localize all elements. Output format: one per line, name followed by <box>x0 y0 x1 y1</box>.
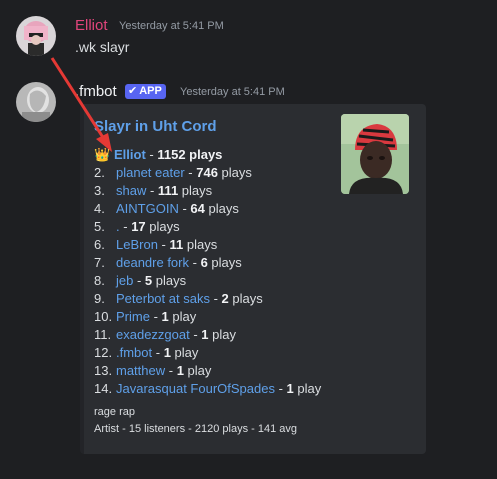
listener-name-link[interactable]: . <box>116 219 120 234</box>
checkmark-icon: ✔ <box>128 85 138 97</box>
app-badge: ✔ APP <box>125 84 166 99</box>
embed-card: Slayr in Uht Cord 👑 Elliot - 1152 plays 2… <box>80 104 426 454</box>
avatar-elliot[interactable] <box>16 16 56 56</box>
list-item: 14. Javarasquat FourOfSpades - 1 play <box>94 381 322 396</box>
avatar-fmbot[interactable] <box>16 82 56 122</box>
list-item: 11. exadezzgoat - 1 play <box>94 327 236 342</box>
listener-name-link[interactable]: jeb <box>116 273 133 288</box>
list-item: 5.. - 17 plays <box>94 219 180 234</box>
list-item: 7. deandre fork - 6 plays <box>94 255 242 270</box>
list-item: 4. AINTGOIN - 64 plays <box>94 201 239 216</box>
listener-name-link[interactable]: LeBron <box>116 237 158 252</box>
username-fmbot[interactable]: .fmbot <box>75 83 117 100</box>
listener-name-link[interactable]: matthew <box>116 363 165 378</box>
embed-footer-stats: Artist - 15 listeners - 2120 plays - 141… <box>94 423 297 435</box>
listener-name-link[interactable]: Elliot <box>114 147 146 162</box>
avatar-elliot-image <box>16 16 56 56</box>
listener-name-link[interactable]: .fmbot <box>116 345 152 360</box>
listener-name-link[interactable]: shaw <box>116 183 146 198</box>
list-item: 13. matthew - 1 play <box>94 363 212 378</box>
list-item: 6. LeBron - 11 plays <box>94 237 218 252</box>
timestamp: Yesterday at 5:41 PM <box>180 86 285 98</box>
username-elliot[interactable]: Elliot <box>75 17 108 34</box>
listener-name-link[interactable]: deandre fork <box>116 255 189 270</box>
timestamp: Yesterday at 5:41 PM <box>119 20 224 32</box>
list-item: 12. .fmbot - 1 play <box>94 345 199 360</box>
listener-name-link[interactable]: planet eater <box>116 165 185 180</box>
avatar-fmbot-image <box>16 82 56 122</box>
list-item: 3. shaw - 111 plays <box>94 183 213 198</box>
listener-name-link[interactable]: exadezzgoat <box>116 327 190 342</box>
message-elliot: Elliot Yesterday at 5:41 PM .wk slayr <box>0 0 497 72</box>
listener-name-link[interactable]: AINTGOIN <box>116 201 179 216</box>
message-content: .wk slayr <box>75 39 130 55</box>
embed-footer-genre: rage rap <box>94 406 135 418</box>
list-item: 2. planet eater - 746 plays <box>94 165 252 180</box>
list-item: 👑 Elliot - 1152 plays <box>94 147 223 162</box>
crown-icon: 👑 <box>94 147 111 162</box>
list-item: 9. Peterbot at saks - 2 plays <box>94 291 263 306</box>
list-item: 10. Prime - 1 play <box>94 309 197 324</box>
listener-name-link[interactable]: Prime <box>116 309 150 324</box>
listener-name-link[interactable]: Javarasquat FourOfSpades <box>116 381 275 396</box>
listener-ranking: 👑 Elliot - 1152 plays 2. planet eater - 74… <box>94 146 334 398</box>
artist-thumbnail[interactable] <box>341 114 409 194</box>
artist-thumbnail-image <box>341 114 409 194</box>
embed-title[interactable]: Slayr in Uht Cord <box>94 118 217 135</box>
listener-name-link[interactable]: Peterbot at saks <box>116 291 210 306</box>
list-item: 8. jeb - 5 plays <box>94 273 187 288</box>
